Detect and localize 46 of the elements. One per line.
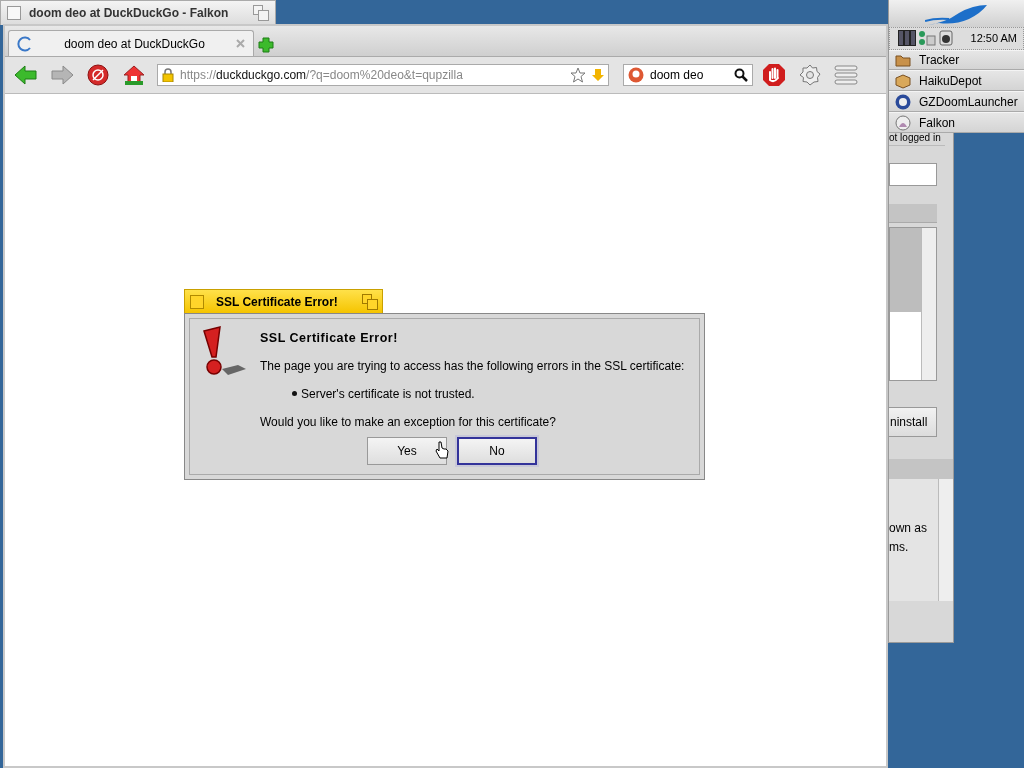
search-field[interactable]: doom deo: [623, 64, 753, 86]
close-box[interactable]: [7, 6, 21, 20]
package-icon: [895, 72, 911, 89]
new-tab-button[interactable]: [258, 37, 274, 53]
description-text: ms.: [889, 539, 909, 556]
hand-cursor-icon: [435, 441, 449, 459]
input-field[interactable]: [889, 163, 937, 186]
dialog-button[interactable]: Yes: [367, 437, 447, 465]
browser-tab[interactable]: doom deo at DuckDuckGo: [8, 30, 254, 56]
zoom-icon[interactable]: [253, 5, 269, 21]
package-list[interactable]: [889, 227, 937, 381]
description-text: own as: [889, 520, 928, 537]
scrollbar[interactable]: [938, 479, 953, 601]
cpu-meter-icon[interactable]: [898, 30, 916, 47]
window-tab[interactable]: doom deo at DuckDuckGo - Falkon: [0, 0, 276, 25]
clock[interactable]: 12:50 AM: [970, 32, 1017, 45]
deskbar-app-item[interactable]: Tracker: [889, 49, 1024, 71]
dialog-title: SSL Certificate Error!: [216, 294, 339, 309]
app-icon: [895, 93, 911, 110]
window-title: doom deo at DuckDuckGo - Falkon: [29, 6, 230, 20]
zoom-icon[interactable]: [362, 293, 378, 310]
dialog-heading: SSL Certificate Error!: [260, 331, 399, 345]
lock-icon: [162, 68, 174, 82]
down-arrow-icon[interactable]: [592, 68, 604, 82]
error-item: Server's certificate is not trusted.: [292, 387, 691, 401]
deskbar-app-item[interactable]: Falkon: [889, 112, 1024, 133]
browser-icon: [895, 114, 911, 131]
uninstall-button[interactable]: ninstall: [889, 407, 937, 437]
search-icon[interactable]: [734, 68, 748, 82]
bullet-icon: [292, 391, 297, 396]
deskbar-app-item[interactable]: HaikuDepot: [889, 70, 1024, 92]
star-icon[interactable]: [570, 67, 586, 83]
deskbar-app-item[interactable]: GZDoomLauncher: [889, 91, 1024, 113]
folder-icon: [895, 52, 911, 69]
scrollbar[interactable]: [921, 228, 936, 380]
url-field[interactable]: https://duckduckgo.com/?q=doom%20deo&t=qupzilla: [157, 64, 609, 86]
dialog-button[interactable]: No: [457, 437, 537, 465]
message-text: The page you are trying to access has the following errors in the SSL certificate:: [260, 359, 686, 373]
url-text: https://duckduckgo.com/?q=doom%20deo&t=qupzilla: [180, 68, 464, 82]
spinner-icon: [17, 35, 33, 52]
close-box[interactable]: [190, 294, 204, 309]
close-icon[interactable]: [236, 39, 245, 48]
dialog-tab[interactable]: SSL Certificate Error!: [184, 289, 383, 313]
speaker-icon[interactable]: [938, 30, 954, 47]
question-text: Would you like to make an exception for this certificate?: [260, 415, 557, 429]
search-text: doom deo: [650, 68, 705, 82]
